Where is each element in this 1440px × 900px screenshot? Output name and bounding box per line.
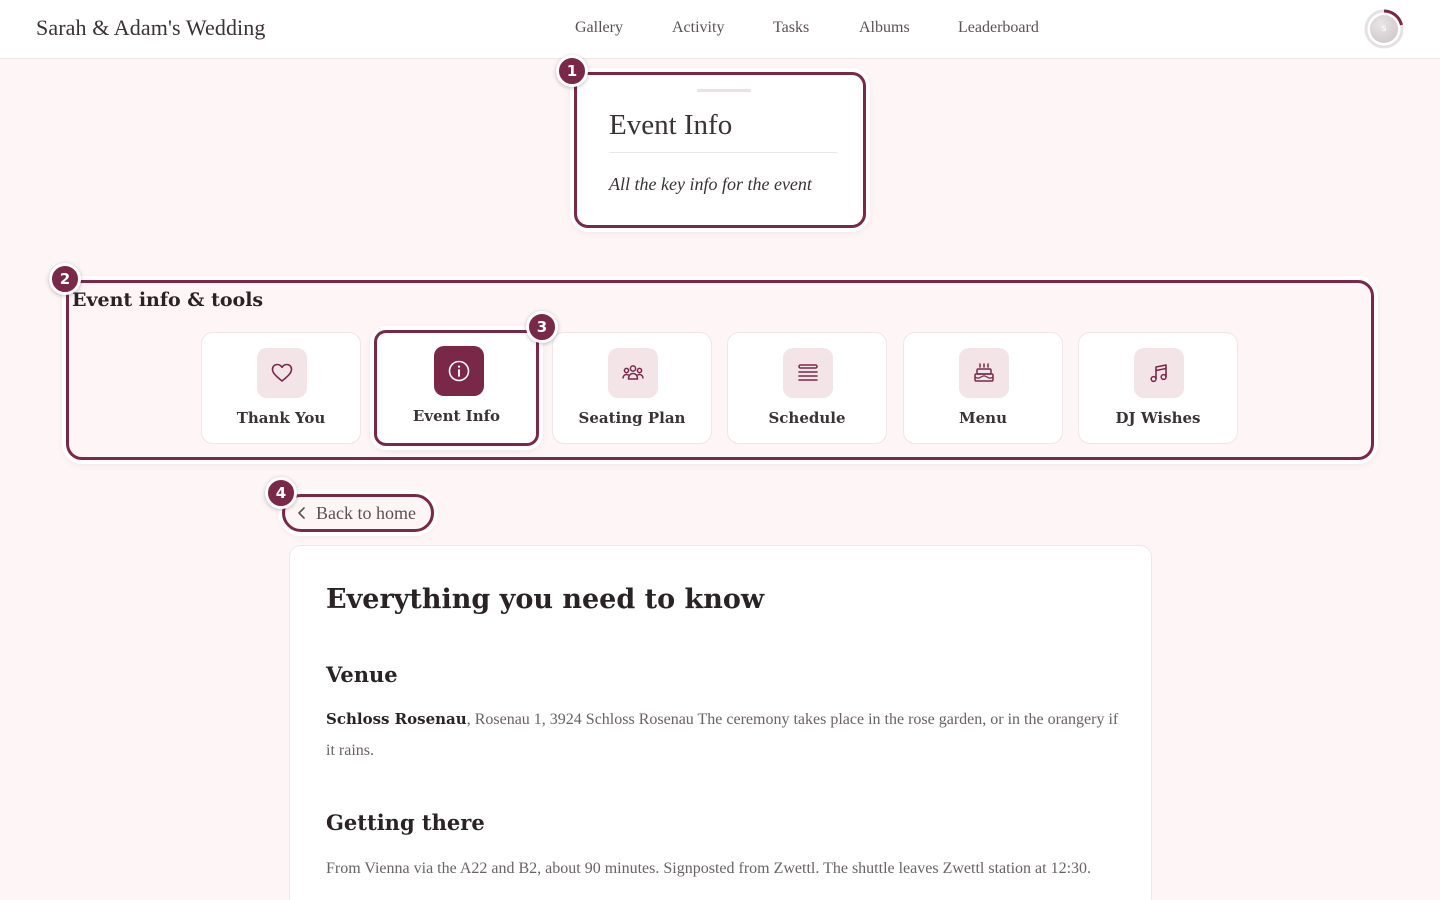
tool-event-info[interactable]: Event Info — [374, 330, 539, 446]
nav-leaderboard[interactable]: Leaderboard — [958, 19, 1039, 37]
heart-icon — [271, 363, 293, 382]
page-header-card: Event Info All the key info for the even… — [574, 72, 866, 228]
nav-activity[interactable]: Activity — [672, 19, 724, 37]
venue-text: Schloss Rosenau, Rosenau 1, 3924 Schloss… — [326, 704, 1126, 766]
venue-name: Schloss Rosenau — [326, 710, 467, 728]
callout-marker-4: 4 — [265, 477, 297, 509]
venue-heading: Venue — [326, 662, 398, 687]
main-nav: Gallery Activity Tasks Albums Leaderboar… — [0, 19, 1440, 41]
people-icon — [622, 365, 644, 380]
info-icon — [448, 360, 470, 382]
tool-label: Menu — [959, 409, 1007, 427]
event-info-content-card: Everything you need to know Venue Schlos… — [289, 545, 1152, 900]
tool-label: Schedule — [768, 409, 846, 427]
page-subtitle: All the key info for the event — [609, 174, 812, 194]
nav-albums[interactable]: Albums — [859, 19, 910, 37]
callout-marker-2: 2 — [49, 263, 81, 295]
nav-gallery[interactable]: Gallery — [575, 19, 623, 37]
content-heading: Everything you need to know — [326, 584, 765, 615]
avatar: s — [1370, 15, 1398, 43]
page-title: Event Info — [609, 109, 733, 141]
getting-there-text: From Vienna via the A22 and B2, about 90… — [326, 860, 1092, 877]
music-note-icon — [1150, 364, 1167, 383]
card-grip-handle — [697, 89, 751, 92]
getting-there-heading: Getting there — [326, 810, 485, 835]
user-avatar-button[interactable]: s — [1363, 8, 1405, 50]
tool-seating-plan[interactable]: Seating Plan — [552, 332, 712, 444]
back-to-home-button[interactable]: Back to home — [282, 494, 434, 532]
tools-section-title: Event info & tools — [72, 289, 264, 311]
tool-label: Seating Plan — [578, 409, 686, 427]
tool-label: DJ Wishes — [1115, 409, 1201, 427]
divider — [609, 152, 837, 153]
tool-schedule[interactable]: Schedule — [727, 332, 887, 444]
back-to-home-label: Back to home — [316, 503, 416, 523]
tool-menu[interactable]: Menu — [903, 332, 1063, 444]
tool-dj-wishes[interactable]: DJ Wishes — [1078, 332, 1238, 444]
tool-label: Thank You — [236, 409, 326, 427]
top-nav-bar: Sarah & Adam's Wedding Gallery Activity … — [0, 0, 1440, 59]
callout-marker-1: 1 — [556, 55, 588, 87]
nav-tasks[interactable]: Tasks — [773, 19, 809, 37]
chevron-left-icon — [298, 507, 305, 519]
tool-thank-you[interactable]: Thank You — [201, 332, 361, 444]
cake-icon — [974, 363, 994, 382]
callout-marker-3: 3 — [526, 311, 558, 343]
list-icon — [798, 364, 818, 381]
tool-label: Event Info — [412, 407, 501, 425]
